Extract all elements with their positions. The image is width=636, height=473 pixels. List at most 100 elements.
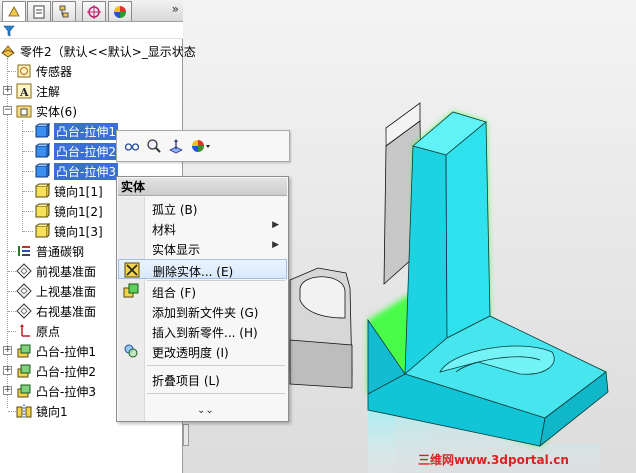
tree-feature-1[interactable]: 凸台-拉伸1 [16,341,96,361]
body-cube-icon [35,143,50,158]
feature-expander[interactable]: + [3,346,12,355]
appearance-color-wheel-icon [192,140,210,152]
menu-item-material[interactable]: 材料 ▶ [118,218,287,238]
menu-item-body-display[interactable]: 实体显示 ▶ [118,238,287,258]
tree-item-origin-label: 原点 [36,324,61,339]
combine-icon [123,283,139,298]
tree-feature-label: 凸台-拉伸2 [36,364,96,379]
tree-item-solid-bodies[interactable]: 实体(6) [16,101,77,121]
tree-feature-2[interactable]: 凸台-拉伸2 [16,361,96,381]
tree-body-label: 镜向1[2] [54,204,103,219]
tree-feature-mirror-label: 镜向1 [36,404,68,419]
menu-item-delete-body[interactable]: 删除实体... (E) [118,259,287,279]
tree-body-label: 凸台-拉伸1 [54,122,118,140]
configuration-manager-tab[interactable] [52,1,76,21]
tree-feature-3[interactable]: 凸台-拉伸3 [16,381,96,401]
mirror-icon [16,404,32,418]
feature-manager-tab-icon [8,5,20,16]
feature-manager-tab[interactable] [2,1,26,21]
tree-body-label: 镜向1[3] [54,224,103,239]
body-cube-icon [35,183,50,198]
expand-menu-chevron-icon[interactable]: ⌄⌄ [197,405,214,416]
svg-text:A: A [19,86,29,99]
tree-body-label: 镜向1[1] [54,184,103,199]
tree-feature-label: 凸台-拉伸1 [36,344,96,359]
origin-icon [20,324,30,337]
tree-root[interactable]: 零件2（默认<<默认>_显示状态 [0,41,196,61]
tree-item-right-plane[interactable]: 右视基准面 [16,301,96,321]
tree-item-material-label: 普通碳钢 [36,244,85,259]
boss-extrude-icon [17,364,31,378]
tree-root-label: 零件2（默认<<默认>_显示状态 [20,44,196,59]
glasses-icon [124,143,140,151]
body-cube-icon [35,223,50,238]
boss-extrude-icon [17,344,31,358]
tree-body-label: 凸台-拉伸2 [54,142,118,160]
tree-item-top-plane[interactable]: 上视基准面 [16,281,96,301]
menu-item-collapse-items[interactable]: 折叠项目 (L) [118,369,287,389]
dimxpert-tab[interactable] [82,1,106,21]
context-menu: 实体 孤立 (B) 材料 ▶ 实体显示 ▶ 删除实体... (E) 组合 (F)… [116,176,289,422]
tree-item-solid-bodies-label: 实体(6) [36,104,77,119]
filter-icon[interactable] [3,25,15,37]
panel-splitter-handle[interactable] [183,424,189,446]
transparency-icon [124,344,138,358]
plane-icon [16,303,32,319]
tree-item-material[interactable]: 普通碳钢 [16,241,84,261]
menu-item-add-to-new-folder[interactable]: 添加到新文件夹 (G) [118,301,287,321]
feature-expander[interactable]: + [3,366,12,375]
delete-body-icon [124,262,140,278]
annotation-icon: A [16,83,32,99]
body-cube-icon [35,203,50,218]
tree-body-5[interactable]: 镜向1[2] [34,201,103,221]
menu-item-combine[interactable]: 组合 (F) [118,281,287,301]
submenu-arrow-icon: ▶ [272,240,279,250]
tree-item-annotations[interactable]: A 注解 [16,81,60,101]
menu-item-insert-into-new-part[interactable]: 插入到新零件... (H) [118,321,287,341]
panel-tab-bar: » [0,0,183,22]
plane-icon [16,263,32,279]
watermark-text: 三维网www.3dportal.cn [418,453,569,467]
part-icon [1,45,15,58]
submenu-arrow-icon: ▶ [272,220,279,230]
tree-item-right-plane-label: 右视基准面 [36,304,97,319]
menu-item-change-transparency[interactable]: 更改透明度 (I) [118,341,287,361]
body-cube-icon [35,123,50,138]
tree-filter-row[interactable] [0,22,183,39]
material-icon [18,246,30,256]
tree-feature-mirror[interactable]: 镜向1 [16,401,68,421]
menu-item-isolate[interactable]: 孤立 (B) [118,198,287,218]
annotations-expander[interactable]: + [3,86,12,95]
tree-item-front-plane[interactable]: 前视基准面 [16,261,96,281]
tree-body-2[interactable]: 凸台-拉伸2 [34,141,118,161]
solid-bodies-folder-icon [16,105,32,118]
tree-item-sensors-label: 传感器 [36,64,73,79]
tree-item-origin[interactable]: 原点 [16,321,60,341]
tree-item-annotations-label: 注解 [36,84,61,99]
tree-body-3[interactable]: 凸台-拉伸3 [34,161,118,181]
context-toolbar [116,130,290,162]
tree-body-1[interactable]: 凸台-拉伸1 [34,121,118,141]
tree-feature-label: 凸台-拉伸3 [36,384,96,399]
zoom-to-selection-button[interactable] [143,135,165,157]
feature-expander[interactable]: + [3,386,12,395]
boss-extrude-icon [17,384,31,398]
property-manager-tab-icon [33,5,45,18]
appearance-dropdown-button[interactable] [187,135,215,157]
hide-show-button[interactable] [121,135,143,157]
configuration-manager-tab-icon [59,5,69,17]
tree-body-6[interactable]: 镜向1[3] [34,221,103,241]
body-cube-icon [35,163,50,178]
context-menu-header: 实体 [118,178,287,196]
tabs-overflow-button[interactable]: » [172,2,179,16]
display-manager-tab[interactable] [108,1,132,21]
zoom-magnifier-icon [147,139,161,153]
tree-body-4[interactable]: 镜向1[1] [34,181,103,201]
tree-body-label: 凸台-拉伸3 [54,162,118,180]
tree-item-top-plane-label: 上视基准面 [36,284,97,299]
normal-to-button[interactable] [165,135,187,157]
property-manager-tab[interactable] [27,1,51,21]
solid-bodies-expander[interactable]: − [3,106,12,115]
tree-item-sensors[interactable]: 传感器 [16,61,72,81]
dimxpert-tab-icon [87,4,101,19]
